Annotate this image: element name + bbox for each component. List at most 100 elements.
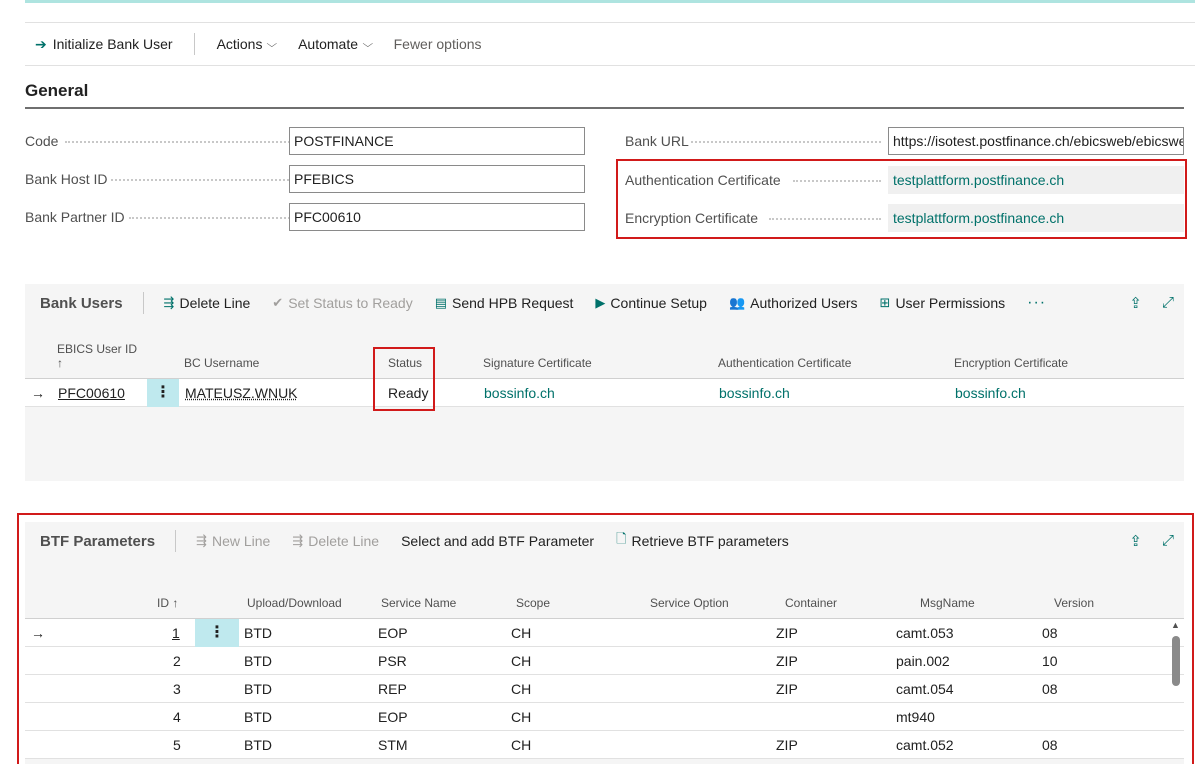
automate-menu-label: Automate [298, 36, 359, 52]
table-row[interactable]: 4 BTD EOP CH mt940 [25, 703, 1184, 731]
bank-partner-id-input[interactable]: PFC00610 [289, 203, 585, 231]
service-name-cell[interactable]: EOP [378, 703, 408, 731]
user-permissions-label: User Permissions [895, 295, 1006, 311]
version-cell[interactable]: 10 [1042, 647, 1058, 675]
general-section-title[interactable]: General [25, 81, 88, 101]
upload-download-cell[interactable]: BTD [244, 731, 272, 759]
column-header-signature-certificate[interactable]: Signature Certificate [483, 356, 592, 370]
delete-line-button[interactable]: ⇶ Delete Line [164, 295, 251, 311]
expand-icon[interactable]: ⤢ [1162, 532, 1174, 550]
select-add-btf-button[interactable]: Select and add BTF Parameter [401, 533, 594, 549]
scope-cell[interactable]: CH [511, 731, 531, 759]
continue-setup-button[interactable]: ▶ Continue Setup [595, 295, 707, 311]
automate-menu-button[interactable]: Automate ⌵ [298, 23, 374, 65]
set-status-ready-button[interactable]: ✔ Set Status to Ready [272, 295, 412, 311]
code-input[interactable]: POSTFINANCE [289, 127, 585, 155]
column-header-msgname[interactable]: MsgName [920, 596, 975, 610]
scope-cell[interactable]: CH [511, 619, 531, 647]
id-cell[interactable]: 2 [173, 647, 181, 675]
scroll-up-arrow-icon[interactable]: ▲ [1171, 620, 1180, 630]
container-cell[interactable]: ZIP [776, 619, 798, 647]
btf-delete-line-button[interactable]: ⇶ Delete Line [292, 533, 379, 549]
table-row[interactable]: → PFC00610 ⋮ MATEUSZ.WNUK Ready bossinfo… [25, 379, 1184, 407]
bank-host-id-input[interactable]: PFEBICS [289, 165, 585, 193]
share-icon[interactable]: ⇪ [1129, 532, 1142, 550]
initialize-bank-user-button[interactable]: ➔ Initialize Bank User [25, 23, 173, 65]
leader-dots [769, 218, 881, 220]
column-header-upload-download[interactable]: Upload/Download [247, 596, 342, 610]
column-header-bc-username[interactable]: BC Username [184, 356, 259, 370]
container-cell[interactable]: ZIP [776, 675, 798, 703]
version-cell[interactable]: 08 [1042, 675, 1058, 703]
user-permissions-button[interactable]: ⊞ User Permissions [880, 295, 1006, 311]
version-cell[interactable]: 08 [1042, 619, 1058, 647]
column-header-service-name[interactable]: Service Name [381, 596, 456, 610]
column-header-status[interactable]: Status [388, 356, 422, 370]
retrieve-btf-button[interactable]: 🗋 Retrieve BTF parameters [616, 530, 789, 552]
signature-certificate-cell[interactable]: bossinfo.ch [484, 379, 555, 407]
actions-menu-button[interactable]: Actions ⌵ [217, 23, 278, 65]
column-header-service-option[interactable]: Service Option [650, 596, 729, 610]
service-name-cell[interactable]: EOP [378, 619, 408, 647]
btf-parameters-title[interactable]: BTF Parameters [25, 533, 155, 550]
table-row[interactable]: 5 BTD STM CH ZIP camt.052 08 [25, 731, 1184, 759]
authorized-users-button[interactable]: 👥 Authorized Users [729, 295, 858, 311]
scope-cell[interactable]: CH [511, 647, 531, 675]
share-icon[interactable]: ⇪ [1129, 294, 1142, 312]
column-header-version[interactable]: Version [1054, 596, 1094, 610]
version-cell[interactable]: 08 [1042, 731, 1058, 759]
new-line-button[interactable]: ⇶ New Line [196, 533, 270, 549]
row-menu-icon[interactable]: ⋮ [195, 619, 239, 647]
bank-url-input[interactable]: https://isotest.postfinance.ch/ebicsweb/… [888, 127, 1184, 155]
bank-users-title[interactable]: Bank Users [25, 295, 123, 312]
status-cell[interactable]: Ready [388, 379, 428, 407]
expand-icon[interactable]: ⤢ [1162, 294, 1174, 312]
fewer-options-button[interactable]: Fewer options [394, 23, 482, 65]
id-cell[interactable]: 5 [173, 731, 181, 759]
table-row[interactable]: → 1 ⋮ BTD EOP CH ZIP camt.053 08 [25, 619, 1184, 647]
authentication-certificate-field: Authentication Certificate testplattform… [625, 166, 1185, 194]
authentication-certificate-label: Authentication Certificate [625, 172, 781, 188]
service-name-cell[interactable]: STM [378, 731, 408, 759]
authentication-certificate-cell[interactable]: bossinfo.ch [719, 379, 790, 407]
upload-download-cell[interactable]: BTD [244, 619, 272, 647]
msgname-cell[interactable]: camt.053 [896, 619, 954, 647]
scope-cell[interactable]: CH [511, 703, 531, 731]
upload-download-cell[interactable]: BTD [244, 703, 272, 731]
authentication-certificate-link[interactable]: testplattform.postfinance.ch [888, 166, 1184, 194]
column-header-container[interactable]: Container [785, 596, 837, 610]
send-hpb-request-button[interactable]: ▤ Send HPB Request [435, 295, 574, 311]
scope-cell[interactable]: CH [511, 675, 531, 703]
upload-download-cell[interactable]: BTD [244, 675, 272, 703]
msgname-cell[interactable]: pain.002 [896, 647, 950, 675]
column-header-encryption-certificate[interactable]: Encryption Certificate [954, 356, 1068, 370]
chevron-down-icon: ⌵ [362, 38, 374, 50]
vertical-scrollbar-thumb[interactable] [1172, 636, 1180, 686]
delete-line-icon: ⇶ [163, 295, 175, 310]
more-options-button[interactable]: ··· [1027, 294, 1046, 312]
row-menu-icon[interactable]: ⋮ [147, 379, 179, 407]
msgname-cell[interactable]: camt.054 [896, 675, 954, 703]
current-row-arrow-icon: → [31, 385, 45, 401]
encryption-certificate-cell[interactable]: bossinfo.ch [955, 379, 1026, 407]
column-header-scope[interactable]: Scope [516, 596, 550, 610]
column-header-id[interactable]: ID ↑ [157, 596, 178, 610]
table-row[interactable]: 3 BTD REP CH ZIP camt.054 08 [25, 675, 1184, 703]
column-header-authentication-certificate[interactable]: Authentication Certificate [718, 356, 851, 370]
container-cell[interactable]: ZIP [776, 647, 798, 675]
table-row[interactable]: 2 BTD PSR CH ZIP pain.002 10 [25, 647, 1184, 675]
upload-download-cell[interactable]: BTD [244, 647, 272, 675]
msgname-cell[interactable]: mt940 [896, 703, 935, 731]
ebics-user-id-cell[interactable]: PFC00610 [58, 379, 125, 407]
msgname-cell[interactable]: camt.052 [896, 731, 954, 759]
id-cell[interactable]: 3 [173, 675, 181, 703]
column-header-ebics-user-id[interactable]: EBICS User ID ↑ [57, 342, 137, 370]
id-cell[interactable]: 4 [173, 703, 181, 731]
bc-username-cell[interactable]: MATEUSZ.WNUK [185, 379, 298, 407]
toolbar-separator [142, 292, 144, 314]
id-cell[interactable]: 1 [172, 619, 180, 647]
container-cell[interactable]: ZIP [776, 731, 798, 759]
encryption-certificate-link[interactable]: testplattform.postfinance.ch [888, 204, 1184, 232]
service-name-cell[interactable]: REP [378, 675, 407, 703]
service-name-cell[interactable]: PSR [378, 647, 407, 675]
